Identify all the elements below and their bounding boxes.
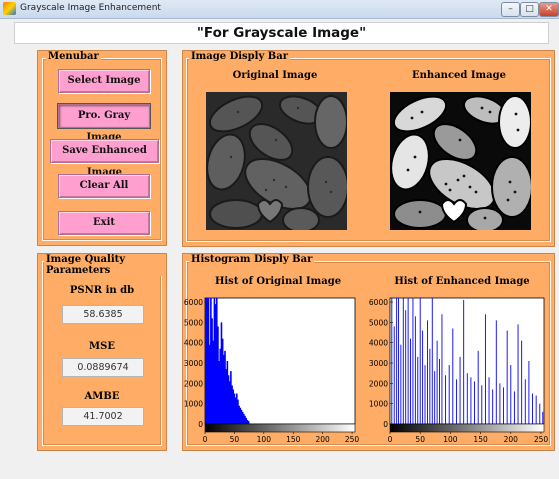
- matlab-app-icon: [3, 2, 16, 15]
- original-image: [206, 92, 347, 230]
- quality-panel: Image Quality Parameters PSNR in db 58.6…: [37, 253, 167, 451]
- enhanced-y-tick-label: 1000: [369, 400, 388, 409]
- original-grayscale-colorbar: [204, 423, 356, 433]
- original-x-tick-label: 50: [230, 435, 240, 444]
- window-title: Grayscale Image Enhancement: [20, 3, 161, 13]
- enhanced-image: [390, 92, 531, 230]
- original-x-tick-label: 100: [257, 435, 272, 444]
- psnr-value-field[interactable]: 58.6385: [62, 305, 144, 324]
- psnr-label: PSNR in db: [69, 285, 135, 296]
- save-enhanced-image-button[interactable]: Save Enhanced Image: [50, 139, 159, 178]
- ambe-label: AMBE: [84, 391, 120, 402]
- close-button[interactable]: ✕: [539, 2, 559, 17]
- original-image-caption: Original Image: [232, 70, 318, 81]
- process-gray-image-button[interactable]: Pro. Gray Image: [58, 104, 150, 143]
- original-x-tick-label: 0: [203, 435, 208, 444]
- enhanced-grayscale-colorbar: [389, 423, 545, 433]
- original-y-tick-label: 4000: [184, 339, 203, 348]
- enhanced-image-caption: Enhanced Image: [412, 70, 506, 81]
- enhanced-y-tick-label: 0: [383, 420, 388, 429]
- enhanced-y-tick-label: 3000: [369, 359, 388, 368]
- page-title: "For Grayscale Image": [14, 22, 549, 44]
- menubar-panel: Menubar Select Image Pro. Gray Image Sav…: [37, 50, 167, 246]
- mse-value-field[interactable]: 0.0889674: [62, 358, 144, 377]
- enhanced-y-tick-label: 6000: [369, 298, 388, 307]
- enhanced-x-tick-label: 200: [504, 435, 519, 444]
- enhanced-y-tick-label: 2000: [369, 379, 388, 388]
- minimize-button[interactable]: –: [501, 2, 520, 17]
- original-y-tick-label: 3000: [184, 359, 203, 368]
- enhanced-y-tick-label: 5000: [369, 318, 388, 327]
- enhanced-y-tick-label: 4000: [369, 339, 388, 348]
- original-x-tick-label: 200: [315, 435, 330, 444]
- image-display-title: Image Disply Bar: [189, 51, 290, 62]
- enhanced-histogram-chart: 0 1000 2000 3000 4000 5000 6000 0 50 100 150 200 250: [369, 297, 549, 444]
- original-y-tick-label: 0: [198, 420, 203, 429]
- enhanced-hist-title: Hist of Enhanced Image: [394, 276, 530, 287]
- original-histogram-chart: 0 1000 2000 3000 4000 5000 6000 0 50 100 150 200 250: [184, 297, 360, 444]
- quality-title: Image Quality Parameters: [44, 254, 166, 276]
- enhanced-x-tick-label: 250: [534, 435, 549, 444]
- enhanced-x-tick-label: 0: [388, 435, 393, 444]
- window-titlebar: Grayscale Image Enhancement – □ ✕: [0, 0, 559, 19]
- exit-button[interactable]: Exit: [58, 211, 150, 235]
- original-x-tick-label: 250: [345, 435, 360, 444]
- original-y-tick-label: 6000: [184, 298, 203, 307]
- original-y-tick-label: 5000: [184, 318, 203, 327]
- histogram-display-panel: Histogram Disply Bar Hist of Original Im…: [182, 253, 555, 451]
- menubar-title: Menubar: [46, 51, 101, 62]
- original-hist-title: Hist of Original Image: [214, 276, 342, 287]
- mse-label: MSE: [89, 341, 115, 352]
- image-display-panel: Image Disply Bar Original Image Enhanced…: [182, 50, 555, 247]
- histogram-display-title: Histogram Disply Bar: [189, 254, 315, 265]
- ambe-value-field[interactable]: 41.7002: [62, 407, 144, 426]
- clear-all-button[interactable]: Clear All: [58, 174, 150, 198]
- original-y-tick-label: 1000: [184, 400, 203, 409]
- select-image-button[interactable]: Select Image: [58, 69, 150, 93]
- enhanced-x-tick-label: 100: [443, 435, 458, 444]
- enhanced-x-tick-label: 50: [415, 435, 425, 444]
- enhanced-x-tick-label: 150: [473, 435, 488, 444]
- maximize-button[interactable]: □: [520, 2, 539, 17]
- original-y-tick-label: 2000: [184, 379, 203, 388]
- original-x-tick-label: 150: [286, 435, 301, 444]
